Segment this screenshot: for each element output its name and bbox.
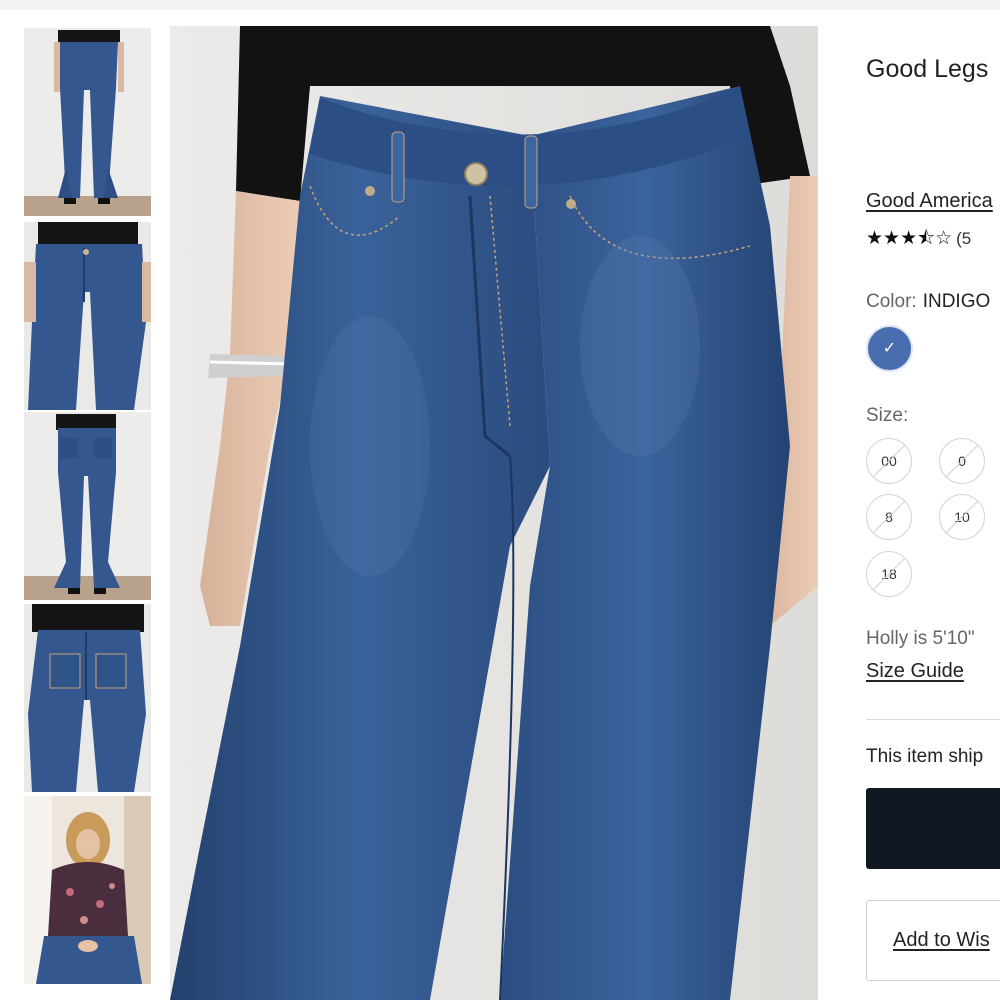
thumbnail-front-closeup[interactable] — [24, 222, 151, 410]
add-to-bag-button[interactable] — [866, 788, 1000, 869]
product-title: Good Legs — [866, 55, 989, 83]
top-bar — [0, 0, 1000, 10]
size-guide-link[interactable]: Size Guide — [866, 660, 964, 683]
product-info-panel: Good Legs Good America ★★★⯪☆ (5 Color: IND… — [866, 0, 1000, 1000]
size-option-10[interactable]: 10 — [939, 494, 985, 540]
color-value: INDIGO — [922, 291, 991, 312]
rating-stars-icon: ★★★⯪☆ — [866, 228, 953, 249]
model-info: Holly is 5'10" — [866, 628, 975, 649]
size-option-8[interactable]: 8 — [866, 494, 912, 540]
shipping-note: This item ship — [866, 746, 984, 767]
size-label: Size: — [866, 405, 909, 426]
brand-link[interactable]: Good America — [866, 190, 993, 213]
color-label: Color: — [866, 291, 917, 312]
size-option-0[interactable]: 0 — [939, 438, 985, 484]
add-to-wishlist-button[interactable]: Add to Wis — [866, 900, 1000, 981]
thumbnail-lifestyle[interactable] — [24, 796, 151, 984]
color-row: Color: INDIGO — [866, 291, 990, 313]
rating-row[interactable]: ★★★⯪☆ (5 — [866, 224, 971, 256]
check-icon: ✓ — [882, 340, 897, 357]
color-swatch-indigo[interactable]: ✓ — [866, 325, 913, 372]
divider — [866, 719, 1000, 720]
thumbnail-front-full[interactable] — [24, 28, 151, 216]
rating-count: (5 — [956, 229, 972, 248]
size-option-00[interactable]: 00 — [866, 438, 912, 484]
main-product-image[interactable] — [170, 26, 818, 1000]
thumbnail-back-full[interactable] — [24, 412, 151, 600]
size-option-18[interactable]: 18 — [866, 551, 912, 597]
thumbnail-back-closeup[interactable] — [24, 604, 151, 792]
wishlist-label: Add to Wis — [893, 929, 990, 951]
